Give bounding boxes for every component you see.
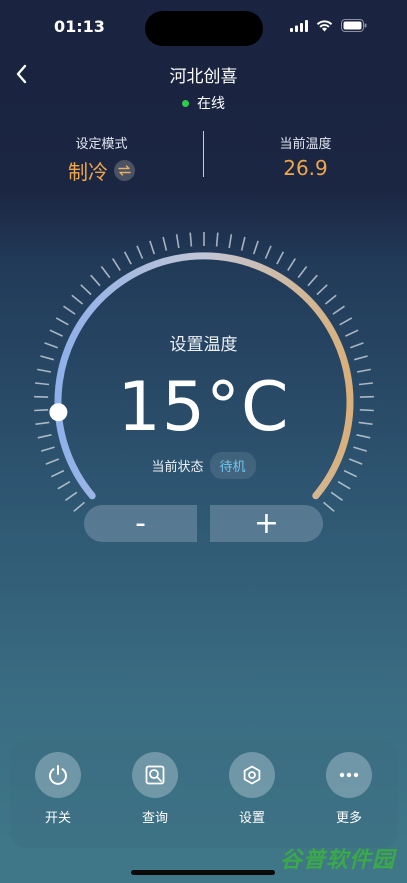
- mode-panel: 设定模式 制冷: [0, 125, 203, 185]
- page-title: 河北创喜: [169, 67, 238, 87]
- settings-circle: [229, 752, 275, 798]
- increase-button[interactable]: +: [210, 505, 323, 542]
- more-circle: [326, 752, 372, 798]
- dial-tick: [324, 294, 337, 305]
- bottom-toolbar: 开关 查询 设置 更多: [10, 740, 398, 848]
- query-button[interactable]: 查询: [120, 752, 190, 826]
- swap-mode-icon[interactable]: [114, 160, 135, 181]
- online-status-text: 在线: [197, 96, 225, 112]
- dial-tick: [322, 501, 335, 512]
- dial-tick: [228, 234, 233, 249]
- watermark-text: 谷普软件园: [279, 848, 395, 873]
- settings-hex-icon: [243, 765, 261, 785]
- state-badge: 待机: [209, 452, 256, 479]
- dial-tick: [175, 234, 180, 249]
- dial-tick: [73, 501, 86, 512]
- dial-tick: [353, 446, 368, 452]
- dynamic-island: [145, 11, 263, 46]
- dial-tick: [57, 481, 71, 490]
- mode-label: 设定模式: [75, 137, 128, 152]
- dial-tick: [297, 266, 308, 279]
- online-dot-icon: [182, 99, 189, 107]
- home-indicator: [131, 870, 275, 875]
- dial-tick: [240, 236, 246, 251]
- dial-tick: [64, 491, 78, 502]
- online-status: 在线: [0, 93, 407, 113]
- state-label: 当前状态: [151, 460, 204, 475]
- dial-tick: [100, 266, 111, 279]
- power-circle: [35, 752, 81, 798]
- dial-tick: [353, 355, 368, 361]
- mode-value-row: 制冷: [0, 156, 203, 185]
- power-label: 开关: [44, 811, 71, 826]
- app-screen: 01:13 河北创喜 在线 设定模式 制冷 当前温度 26.9 设置温度 15°…: [0, 0, 407, 883]
- dial-tick: [337, 481, 351, 490]
- dial-tick: [215, 232, 219, 247]
- dial-tick: [149, 240, 156, 255]
- more-button[interactable]: 更多: [314, 752, 384, 826]
- mode-value: 制冷: [68, 160, 108, 184]
- nav-bar: 河北创喜: [0, 54, 407, 94]
- dial-tick: [252, 240, 259, 255]
- current-temp-value: 26.9: [283, 156, 328, 180]
- more-dots-icon: [339, 772, 359, 778]
- signal-icon: [290, 19, 308, 32]
- more-label: 更多: [335, 811, 362, 826]
- dial-tick: [55, 317, 69, 326]
- dial-tick: [71, 294, 84, 305]
- state-row: 当前状态 待机: [0, 452, 407, 479]
- dial-tick: [316, 284, 328, 296]
- dial-tick: [123, 251, 132, 265]
- dial-tick: [330, 491, 344, 502]
- settings-label: 设置: [238, 811, 265, 826]
- dial-tick: [332, 305, 345, 315]
- dial-tick: [40, 446, 55, 452]
- status-bar: 01:13: [0, 0, 407, 54]
- dial-tick: [189, 232, 193, 247]
- battery-icon: [341, 19, 367, 32]
- current-temp-panel: 当前温度 26.9: [204, 125, 407, 185]
- dial-tick: [90, 274, 101, 287]
- settings-button[interactable]: 设置: [217, 752, 287, 826]
- dial-tick: [63, 305, 76, 315]
- dial-tick: [136, 245, 144, 259]
- dial-tick: [162, 236, 168, 251]
- power-icon: [49, 765, 67, 785]
- set-temperature-label: 设置温度: [169, 335, 238, 355]
- current-temp-label: 当前温度: [279, 137, 332, 152]
- status-icons: [290, 19, 367, 32]
- dial-tick: [80, 284, 92, 296]
- dial-tick: [276, 251, 285, 265]
- dial-tick: [112, 258, 121, 271]
- set-temperature-value: 15°C: [117, 368, 290, 447]
- power-button[interactable]: 开关: [23, 752, 93, 826]
- decrease-button[interactable]: -: [84, 505, 197, 542]
- dial-tick: [339, 317, 353, 326]
- swap-arrows-icon: [118, 165, 131, 176]
- dial-tick: [307, 274, 318, 287]
- info-row: 设定模式 制冷 当前温度 26.9: [0, 125, 407, 195]
- dial-tick: [264, 245, 272, 259]
- dial-tick: [40, 355, 55, 361]
- query-circle: [132, 752, 178, 798]
- dial-tick: [287, 258, 296, 271]
- wifi-icon: [316, 19, 333, 31]
- search-doc-icon: [145, 765, 165, 785]
- query-label: 查询: [141, 811, 168, 826]
- status-time: 01:13: [54, 17, 105, 36]
